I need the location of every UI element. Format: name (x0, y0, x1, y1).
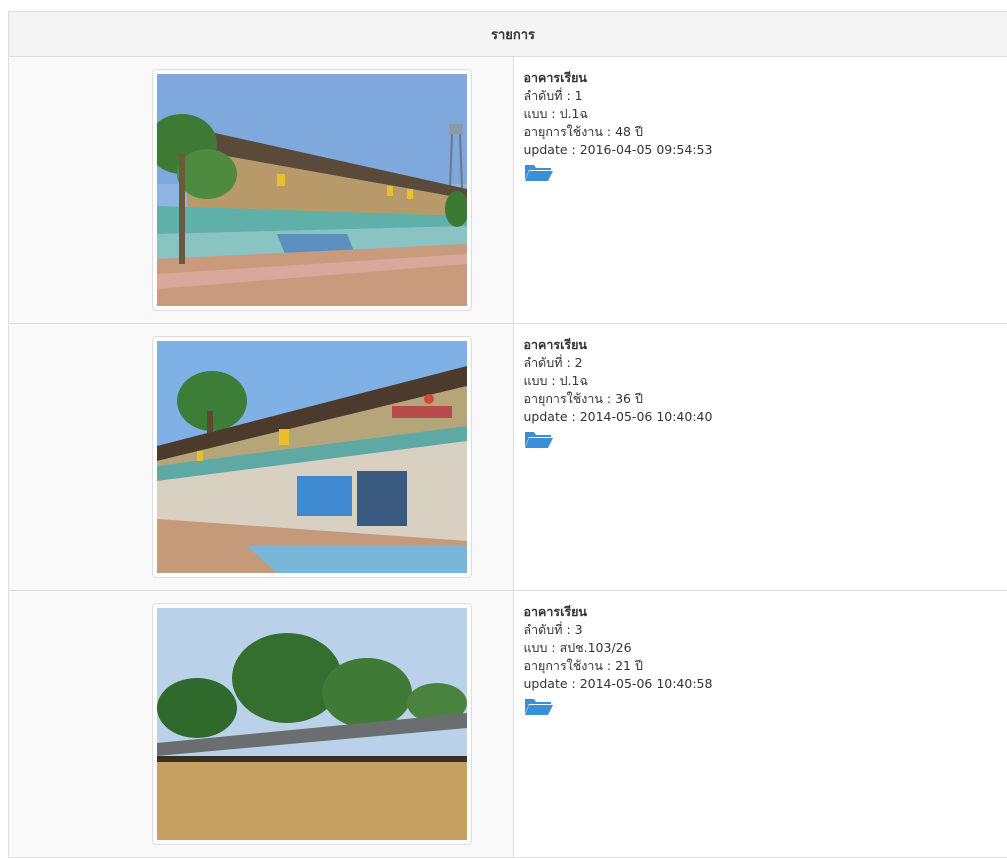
building-title: อาคารเรียน (524, 603, 1007, 621)
building-age: อายุการใช้งาน : 21 ปี (524, 657, 1007, 675)
building-update: update : 2014-05-06 10:40:58 (524, 675, 1007, 693)
image-cell (9, 57, 514, 324)
building-type: แบบ : สปช.103/26 (524, 639, 1007, 657)
folder-open-icon[interactable] (524, 162, 554, 187)
building-photo (157, 74, 467, 306)
table-row: อาคารเรียน ลำดับที่ : 1 แบบ : ป.1ฉ อายุก… (9, 57, 1007, 324)
table-row: อาคารเรียน ลำดับที่ : 2 แบบ : ป.1ฉ อายุก… (9, 324, 1007, 591)
table-header: รายการ (9, 12, 1007, 57)
folder-open-icon[interactable] (524, 429, 554, 454)
building-age: อายุการใช้งาน : 48 ปี (524, 123, 1007, 141)
building-photo (157, 341, 467, 573)
building-title: อาคารเรียน (524, 69, 1007, 87)
building-order: ลำดับที่ : 3 (524, 621, 1007, 639)
table-row: อาคารเรียน ลำดับที่ : 3 แบบ : สปช.103/26… (9, 591, 1007, 858)
building-photo (157, 608, 467, 840)
info-cell: อาคารเรียน ลำดับที่ : 3 แบบ : สปช.103/26… (513, 591, 1007, 858)
building-type: แบบ : ป.1ฉ (524, 372, 1007, 390)
building-title: อาคารเรียน (524, 336, 1007, 354)
image-cell (9, 324, 514, 591)
building-order: ลำดับที่ : 1 (524, 87, 1007, 105)
building-list-table: รายการ (8, 11, 1007, 858)
folder-open-icon[interactable] (524, 696, 554, 721)
image-cell (9, 591, 514, 858)
info-cell: อาคารเรียน ลำดับที่ : 2 แบบ : ป.1ฉ อายุก… (513, 324, 1007, 591)
building-update: update : 2014-05-06 10:40:40 (524, 408, 1007, 426)
building-photo-thumbnail[interactable] (152, 603, 472, 845)
building-type: แบบ : ป.1ฉ (524, 105, 1007, 123)
building-photo-thumbnail[interactable] (152, 69, 472, 311)
info-cell: อาคารเรียน ลำดับที่ : 1 แบบ : ป.1ฉ อายุก… (513, 57, 1007, 324)
building-order: ลำดับที่ : 2 (524, 354, 1007, 372)
building-update: update : 2016-04-05 09:54:53 (524, 141, 1007, 159)
building-photo-thumbnail[interactable] (152, 336, 472, 578)
building-age: อายุการใช้งาน : 36 ปี (524, 390, 1007, 408)
